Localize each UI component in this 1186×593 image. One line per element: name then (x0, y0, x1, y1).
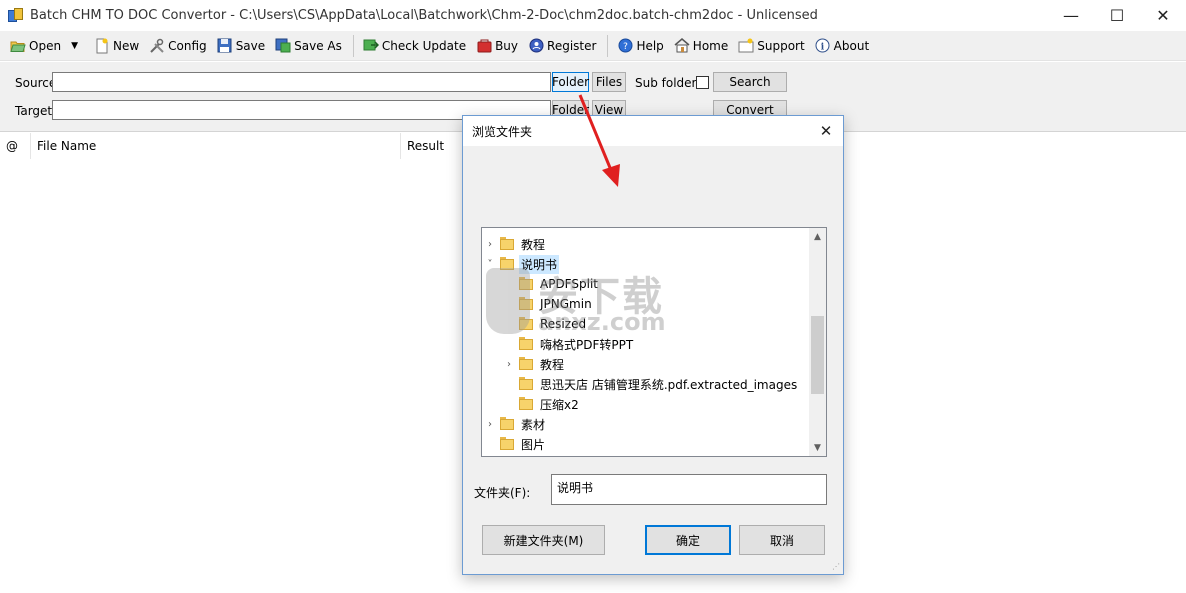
tree-item-label: 文件 (519, 455, 547, 457)
subfolders-checkbox[interactable] (696, 76, 709, 89)
expand-chevron-icon[interactable]: › (503, 359, 515, 370)
tree-item-label: 图片 (521, 437, 546, 452)
tree-item[interactable]: › 教程 (484, 234, 547, 254)
folder-icon (500, 417, 514, 431)
folder-open-icon (10, 38, 26, 54)
tree-item[interactable]: 图片 (484, 434, 547, 454)
info-icon: i (815, 38, 831, 54)
toolbar: Open ▼ New Config Save Save As Check Upd… (0, 31, 1186, 61)
home-icon (674, 38, 690, 54)
register-icon (528, 38, 544, 54)
folder-field[interactable]: 说明书 (551, 474, 827, 505)
tree-item-label: 素材 (521, 417, 546, 432)
tree-item-label: 教程 (540, 357, 565, 372)
expand-chevron-icon[interactable]: › (484, 419, 496, 430)
about-button[interactable]: i About (811, 34, 873, 58)
close-window-button[interactable]: ✕ (1140, 0, 1186, 31)
source-input[interactable] (52, 72, 551, 92)
new-file-icon (94, 38, 110, 54)
folder-icon (500, 437, 514, 451)
folder-field-label: 文件夹(F): (474, 486, 531, 500)
home-button[interactable]: Home (670, 34, 732, 58)
tree-item-label: 教程 (521, 237, 546, 252)
column-header-status[interactable]: @ (0, 133, 31, 159)
cancel-button[interactable]: 取消 (739, 525, 825, 555)
tree-item[interactable]: 压缩x2 (503, 394, 581, 414)
support-button[interactable]: Support (734, 34, 808, 58)
resize-grip-icon[interactable]: ⋰ (832, 562, 840, 571)
update-icon (363, 38, 379, 54)
scroll-thumb[interactable] (811, 316, 824, 394)
dialog-close-button[interactable]: ✕ (809, 116, 843, 146)
save-as-icon (275, 38, 291, 54)
toolbar-separator (607, 34, 609, 57)
folder-icon (500, 237, 514, 251)
tree-scrollbar[interactable]: ▲ ▼ (809, 228, 826, 456)
source-label: Source (15, 76, 57, 90)
folder-icon (519, 397, 533, 411)
expand-chevron-icon[interactable]: › (484, 239, 496, 250)
config-button[interactable]: Config (145, 34, 211, 58)
open-dropdown-caret-icon[interactable]: ▼ (71, 41, 78, 51)
register-button[interactable]: Register (524, 34, 600, 58)
svg-text:?: ? (623, 42, 628, 52)
buy-button[interactable]: Buy (472, 34, 522, 58)
maximize-button[interactable]: ☐ (1094, 0, 1140, 31)
tree-item-label: 思迅天店 店铺管理系统.pdf.extracted_images (540, 377, 798, 392)
tree-item[interactable]: 文件 (484, 454, 547, 457)
folder-icon (519, 377, 533, 391)
scroll-down-icon[interactable]: ▼ (809, 439, 826, 456)
tree-item[interactable]: 思迅天店 店铺管理系统.pdf.extracted_images (503, 374, 799, 394)
tools-icon (149, 38, 165, 54)
save-as-button[interactable]: Save As (271, 34, 346, 58)
subfolders-label: Sub folders (635, 76, 703, 90)
scroll-up-icon[interactable]: ▲ (809, 228, 826, 245)
source-folder-button[interactable]: Folder (552, 72, 589, 92)
target-label: Target (15, 104, 53, 118)
new-button[interactable]: New (90, 34, 143, 58)
svg-text:i: i (821, 43, 825, 53)
support-icon (738, 38, 754, 54)
ok-button[interactable]: 确定 (645, 525, 731, 555)
save-button[interactable]: Save (213, 34, 269, 58)
minimize-button[interactable]: — (1048, 0, 1094, 31)
title-bar: Batch CHM TO DOC Convertor - C:\Users\CS… (0, 0, 1186, 31)
help-button[interactable]: ? Help (613, 34, 667, 58)
source-files-button[interactable]: Files (592, 72, 626, 92)
shopping-bag-icon (476, 38, 492, 54)
search-button[interactable]: Search (713, 72, 787, 92)
tree-item[interactable]: › 素材 (484, 414, 547, 434)
open-button[interactable]: Open ▼ (6, 34, 88, 58)
watermark: 安下载 anxz.com (486, 262, 696, 340)
browse-folder-dialog: 浏览文件夹 ✕ › 教程 ˅ 说明书 APDFSplit JPNGmin Resized 嗨格… (462, 115, 844, 575)
new-folder-button[interactable]: 新建文件夹(M) (482, 525, 605, 555)
folder-icon (519, 357, 533, 371)
help-icon: ? (617, 38, 633, 54)
dialog-title: 浏览文件夹 (472, 124, 533, 139)
dialog-title-bar: 浏览文件夹 (463, 116, 843, 146)
tree-item[interactable]: › 教程 (503, 354, 566, 374)
floppy-disk-icon (217, 38, 233, 54)
watermark-shield-icon (486, 268, 530, 334)
toolbar-separator (352, 34, 354, 57)
tree-item-label: 压缩x2 (540, 397, 579, 412)
watermark-text-en: anxz.com (538, 308, 666, 336)
app-icon (8, 7, 24, 24)
column-header-file-name[interactable]: File Name (31, 133, 401, 159)
window-title: Batch CHM TO DOC Convertor - C:\Users\CS… (30, 8, 818, 23)
check-update-button[interactable]: Check Update (359, 34, 470, 58)
